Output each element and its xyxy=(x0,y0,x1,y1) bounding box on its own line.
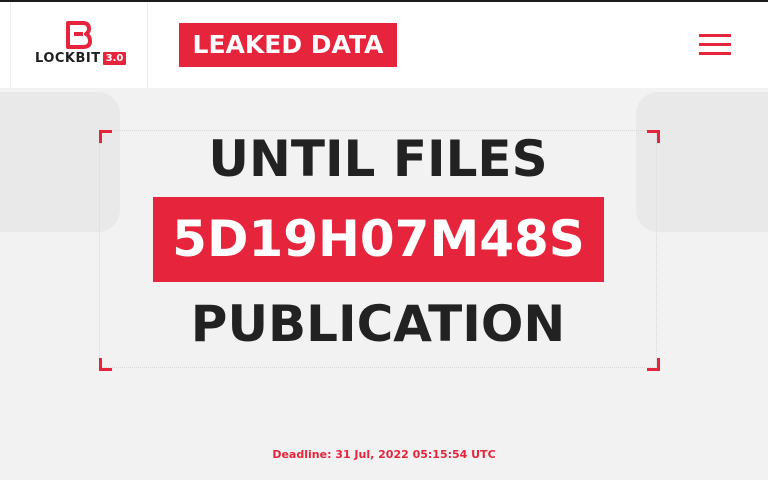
deadline-text: Deadline: 31 Jul, 2022 05:15:54 UTC xyxy=(272,448,496,461)
frame-corner-bottom-left xyxy=(99,358,112,371)
menu-bar xyxy=(699,52,731,55)
brand-wordmark: LOCKBIT 3.0 xyxy=(35,50,127,68)
countdown-timer: 5D19H07M48S xyxy=(153,197,604,282)
brand-logo[interactable]: LOCKBIT 3.0 xyxy=(10,2,148,88)
site-header: LOCKBIT 3.0 LEAKED DATA xyxy=(0,2,768,88)
frame-corner-bottom-right xyxy=(647,358,660,371)
menu-bar xyxy=(699,43,731,46)
countdown-heading-bottom: PUBLICATION xyxy=(190,295,566,353)
brand-name: LOCKBIT xyxy=(35,51,101,66)
brand-version-badge: 3.0 xyxy=(102,52,127,65)
leaked-data-title: LEAKED DATA xyxy=(179,23,397,67)
menu-bar xyxy=(699,34,731,37)
countdown-heading-top: UNTIL FILES xyxy=(208,130,548,188)
lockbit-logo-icon xyxy=(66,21,92,49)
hamburger-menu-icon[interactable] xyxy=(699,34,731,58)
